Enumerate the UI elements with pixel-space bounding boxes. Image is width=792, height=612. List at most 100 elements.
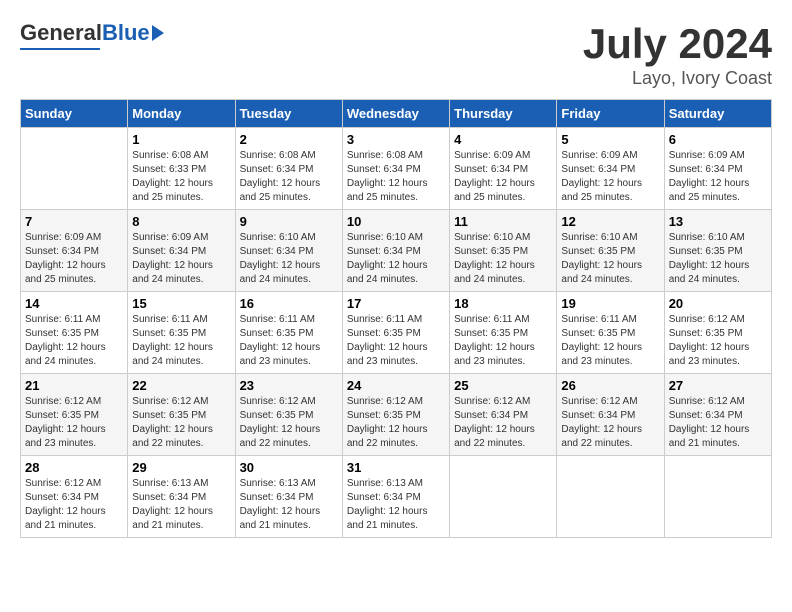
day-info: Sunrise: 6:10 AM Sunset: 6:35 PM Dayligh…: [669, 231, 767, 287]
day-info: Sunrise: 6:11 AM Sunset: 6:35 PM Dayligh…: [240, 313, 338, 369]
logo-general-text: General: [20, 20, 102, 46]
calendar-day-cell: 23 Sunrise: 6:12 AM Sunset: 6:35 PM Dayli…: [235, 374, 342, 456]
calendar-weekday-header: Sunday: [21, 100, 128, 128]
day-number: 11: [454, 214, 552, 229]
day-info: Sunrise: 6:10 AM Sunset: 6:34 PM Dayligh…: [240, 231, 338, 287]
logo-divider: [20, 48, 100, 50]
day-number: 23: [240, 378, 338, 393]
day-number: 22: [132, 378, 230, 393]
calendar-day-cell: 15 Sunrise: 6:11 AM Sunset: 6:35 PM Dayli…: [128, 292, 235, 374]
day-info: Sunrise: 6:09 AM Sunset: 6:34 PM Dayligh…: [669, 149, 767, 205]
day-info: Sunrise: 6:12 AM Sunset: 6:35 PM Dayligh…: [25, 395, 123, 451]
day-number: 2: [240, 132, 338, 147]
calendar-day-cell: 5Sunrise: 6:09 AM Sunset: 6:34 PM Daylig…: [557, 128, 664, 210]
calendar-day-cell: 27 Sunrise: 6:12 AM Sunset: 6:34 PM Dayli…: [664, 374, 771, 456]
day-info: Sunrise: 6:08 AM Sunset: 6:34 PM Dayligh…: [347, 149, 445, 205]
calendar-week-row: 1 Sunrise: 6:08 AM Sunset: 6:33 PM Daylig…: [21, 128, 772, 210]
day-info: Sunrise: 6:12 AM Sunset: 6:35 PM Dayligh…: [347, 395, 445, 451]
day-number: 16: [240, 296, 338, 311]
calendar-day-cell: [21, 128, 128, 210]
day-number: 28: [25, 460, 123, 475]
day-info: Sunrise: 6:12 AM Sunset: 6:34 PM Dayligh…: [669, 395, 767, 451]
logo: General Blue: [20, 20, 164, 50]
calendar-day-cell: 31Sunrise: 6:13 AM Sunset: 6:34 PM Dayli…: [342, 456, 449, 538]
calendar-day-cell: 4Sunrise: 6:09 AM Sunset: 6:34 PM Daylig…: [450, 128, 557, 210]
day-number: 10: [347, 214, 445, 229]
day-info: Sunrise: 6:13 AM Sunset: 6:34 PM Dayligh…: [240, 477, 338, 533]
page-subtitle: Layo, Ivory Coast: [583, 68, 772, 89]
calendar-day-cell: [664, 456, 771, 538]
calendar-week-row: 21 Sunrise: 6:12 AM Sunset: 6:35 PM Dayli…: [21, 374, 772, 456]
day-number: 19: [561, 296, 659, 311]
day-number: 5: [561, 132, 659, 147]
page-header: General Blue July 2024 Layo, Ivory Coast: [20, 20, 772, 89]
calendar-day-cell: 13 Sunrise: 6:10 AM Sunset: 6:35 PM Dayli…: [664, 210, 771, 292]
day-info: Sunrise: 6:08 AM Sunset: 6:33 PM Dayligh…: [132, 149, 230, 205]
day-info: Sunrise: 6:11 AM Sunset: 6:35 PM Dayligh…: [25, 313, 123, 369]
calendar-weekday-header: Wednesday: [342, 100, 449, 128]
calendar-week-row: 7Sunrise: 6:09 AM Sunset: 6:34 PM Daylig…: [21, 210, 772, 292]
calendar-day-cell: 11 Sunrise: 6:10 AM Sunset: 6:35 PM Dayli…: [450, 210, 557, 292]
day-info: Sunrise: 6:09 AM Sunset: 6:34 PM Dayligh…: [25, 231, 123, 287]
day-number: 27: [669, 378, 767, 393]
calendar-day-cell: 30 Sunrise: 6:13 AM Sunset: 6:34 PM Dayli…: [235, 456, 342, 538]
calendar-day-cell: 19Sunrise: 6:11 AM Sunset: 6:35 PM Dayli…: [557, 292, 664, 374]
day-number: 18: [454, 296, 552, 311]
calendar-day-cell: 22 Sunrise: 6:12 AM Sunset: 6:35 PM Dayli…: [128, 374, 235, 456]
day-number: 25: [454, 378, 552, 393]
calendar-day-cell: 9 Sunrise: 6:10 AM Sunset: 6:34 PM Daylig…: [235, 210, 342, 292]
calendar-weekday-header: Thursday: [450, 100, 557, 128]
day-number: 14: [25, 296, 123, 311]
logo-arrow-icon: [152, 25, 164, 41]
day-info: Sunrise: 6:11 AM Sunset: 6:35 PM Dayligh…: [347, 313, 445, 369]
calendar-day-cell: 18 Sunrise: 6:11 AM Sunset: 6:35 PM Dayli…: [450, 292, 557, 374]
day-info: Sunrise: 6:13 AM Sunset: 6:34 PM Dayligh…: [347, 477, 445, 533]
day-number: 4: [454, 132, 552, 147]
day-number: 13: [669, 214, 767, 229]
day-number: 1: [132, 132, 230, 147]
day-number: 29: [132, 460, 230, 475]
day-info: Sunrise: 6:10 AM Sunset: 6:34 PM Dayligh…: [347, 231, 445, 287]
day-info: Sunrise: 6:12 AM Sunset: 6:35 PM Dayligh…: [240, 395, 338, 451]
day-number: 26: [561, 378, 659, 393]
day-number: 24: [347, 378, 445, 393]
calendar-day-cell: 12 Sunrise: 6:10 AM Sunset: 6:35 PM Dayli…: [557, 210, 664, 292]
calendar-day-cell: 25Sunrise: 6:12 AM Sunset: 6:34 PM Dayli…: [450, 374, 557, 456]
calendar-header-row: SundayMondayTuesdayWednesdayThursdayFrid…: [21, 100, 772, 128]
day-number: 6: [669, 132, 767, 147]
calendar-day-cell: 7Sunrise: 6:09 AM Sunset: 6:34 PM Daylig…: [21, 210, 128, 292]
page-title: July 2024: [583, 20, 772, 68]
day-number: 30: [240, 460, 338, 475]
calendar-day-cell: 17Sunrise: 6:11 AM Sunset: 6:35 PM Dayli…: [342, 292, 449, 374]
calendar-day-cell: 16 Sunrise: 6:11 AM Sunset: 6:35 PM Dayli…: [235, 292, 342, 374]
day-number: 20: [669, 296, 767, 311]
day-info: Sunrise: 6:10 AM Sunset: 6:35 PM Dayligh…: [454, 231, 552, 287]
day-info: Sunrise: 6:10 AM Sunset: 6:35 PM Dayligh…: [561, 231, 659, 287]
calendar-day-cell: 24 Sunrise: 6:12 AM Sunset: 6:35 PM Dayli…: [342, 374, 449, 456]
calendar-weekday-header: Monday: [128, 100, 235, 128]
day-info: Sunrise: 6:11 AM Sunset: 6:35 PM Dayligh…: [454, 313, 552, 369]
day-number: 9: [240, 214, 338, 229]
day-info: Sunrise: 6:12 AM Sunset: 6:35 PM Dayligh…: [669, 313, 767, 369]
calendar-day-cell: 21 Sunrise: 6:12 AM Sunset: 6:35 PM Dayli…: [21, 374, 128, 456]
calendar-day-cell: 3Sunrise: 6:08 AM Sunset: 6:34 PM Daylig…: [342, 128, 449, 210]
calendar-day-cell: 2 Sunrise: 6:08 AM Sunset: 6:34 PM Daylig…: [235, 128, 342, 210]
day-info: Sunrise: 6:08 AM Sunset: 6:34 PM Dayligh…: [240, 149, 338, 205]
day-number: 12: [561, 214, 659, 229]
calendar-day-cell: 26 Sunrise: 6:12 AM Sunset: 6:34 PM Dayli…: [557, 374, 664, 456]
day-number: 15: [132, 296, 230, 311]
day-number: 21: [25, 378, 123, 393]
calendar-week-row: 14 Sunrise: 6:11 AM Sunset: 6:35 PM Dayli…: [21, 292, 772, 374]
calendar-day-cell: 6 Sunrise: 6:09 AM Sunset: 6:34 PM Daylig…: [664, 128, 771, 210]
calendar-day-cell: 14 Sunrise: 6:11 AM Sunset: 6:35 PM Dayli…: [21, 292, 128, 374]
calendar-table: SundayMondayTuesdayWednesdayThursdayFrid…: [20, 99, 772, 538]
calendar-day-cell: 1 Sunrise: 6:08 AM Sunset: 6:33 PM Daylig…: [128, 128, 235, 210]
calendar-weekday-header: Friday: [557, 100, 664, 128]
day-info: Sunrise: 6:12 AM Sunset: 6:35 PM Dayligh…: [132, 395, 230, 451]
day-info: Sunrise: 6:11 AM Sunset: 6:35 PM Dayligh…: [132, 313, 230, 369]
day-info: Sunrise: 6:12 AM Sunset: 6:34 PM Dayligh…: [561, 395, 659, 451]
day-info: Sunrise: 6:09 AM Sunset: 6:34 PM Dayligh…: [132, 231, 230, 287]
calendar-weekday-header: Tuesday: [235, 100, 342, 128]
day-info: Sunrise: 6:12 AM Sunset: 6:34 PM Dayligh…: [25, 477, 123, 533]
calendar-day-cell: 20 Sunrise: 6:12 AM Sunset: 6:35 PM Dayli…: [664, 292, 771, 374]
